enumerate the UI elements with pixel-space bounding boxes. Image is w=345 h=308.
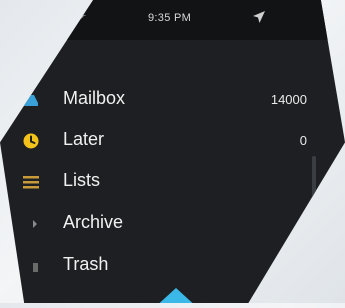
clock-icon	[23, 133, 39, 149]
menu-item-archive[interactable]: Archive	[0, 204, 345, 244]
menu-item-later[interactable]: Later 0	[0, 121, 345, 161]
phone-screen: ✈ 9:35 PM Mailbox 14000 Later 0 Lists Ar…	[0, 0, 345, 303]
menu-item-label: Later	[63, 129, 105, 149]
status-bar: ✈ 9:35 PM	[0, 0, 345, 40]
archive-icon	[33, 220, 37, 228]
trash-icon	[33, 263, 38, 272]
menu-item-label: Mailbox	[63, 88, 126, 108]
menu-item-label: Archive	[63, 212, 124, 232]
menu-item-trash[interactable]: Trash	[0, 246, 345, 286]
location-arrow-icon	[253, 11, 265, 23]
list-icon	[23, 176, 39, 189]
menu-item-mailbox[interactable]: Mailbox 14000	[0, 80, 345, 120]
menu-item-label: Trash	[63, 254, 109, 274]
menu-item-count: 14000	[270, 92, 307, 107]
inbox-icon	[24, 95, 38, 106]
menu-item-label: Lists	[63, 170, 101, 190]
pull-tab-icon[interactable]	[154, 288, 198, 308]
status-time: 9:35 PM	[148, 12, 192, 24]
menu-item-count: 0	[299, 133, 307, 148]
scrollbar[interactable]	[312, 156, 316, 251]
airplane-icon: ✈	[78, 11, 87, 22]
menu-item-lists[interactable]: Lists	[0, 162, 345, 202]
